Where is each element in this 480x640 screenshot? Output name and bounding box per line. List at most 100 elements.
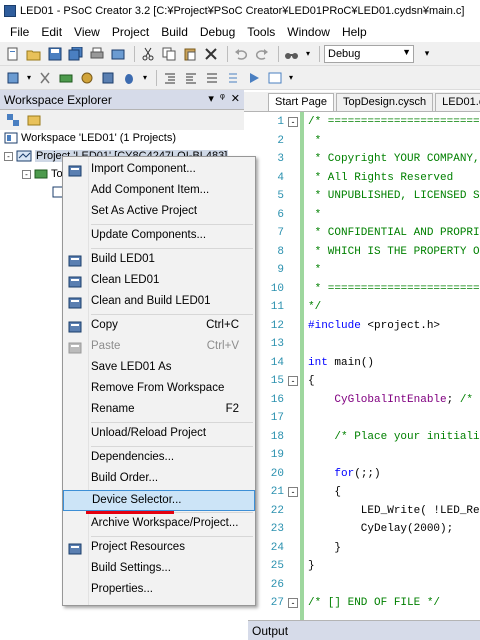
print-icon[interactable] — [88, 45, 106, 63]
find-dropdown-icon[interactable]: ▾ — [304, 45, 312, 63]
window-title: LED01 - PSoC Creator 3.2 [C:¥Project¥PSo… — [20, 5, 465, 17]
wrench-icon[interactable] — [4, 69, 22, 87]
code-line: * CONFIDENTIAL AND PROPRIETARY INFORMATI… — [314, 227, 480, 239]
undo-icon[interactable] — [232, 45, 250, 63]
menu-build[interactable]: Build — [155, 22, 194, 42]
layout-dropdown-icon[interactable]: ▾ — [287, 69, 295, 87]
close-icon[interactable]: ✕ — [231, 92, 240, 105]
psoc-creator-window: LED01 - PSoC Creator 3.2 [C:¥Project¥PSo… — [0, 0, 480, 640]
menu-item-set-as-active-project[interactable]: Set As Active Project — [63, 202, 255, 223]
pin-icon[interactable]: ▾ — [208, 92, 214, 105]
code-line: for(;;) — [334, 467, 381, 480]
menu-project[interactable]: Project — [106, 22, 155, 42]
menu-item-build-order[interactable]: Build Order... — [63, 469, 255, 490]
open-folder-icon[interactable] — [25, 45, 43, 63]
tree-child-node[interactable]: - To — [22, 166, 63, 182]
menu-edit[interactable]: Edit — [35, 22, 68, 42]
debug-dropdown-icon[interactable]: ▾ — [141, 69, 149, 87]
window-icon[interactable] — [266, 69, 284, 87]
menu-separator — [91, 224, 253, 225]
scissors-icon[interactable] — [36, 69, 54, 87]
menu-item-remove-from-workspace[interactable]: Remove From Workspace — [63, 379, 255, 400]
menu-item-save-led01-as[interactable]: Save LED01 As — [63, 358, 255, 379]
outdent-icon[interactable] — [182, 69, 200, 87]
options-dropdown-icon[interactable]: ▾ — [25, 69, 33, 87]
chip-icon[interactable] — [99, 69, 117, 87]
save-icon[interactable] — [46, 45, 64, 63]
bug-icon[interactable] — [120, 69, 138, 87]
menu-item-device-selector[interactable]: Device Selector... — [63, 490, 255, 511]
toolbar-overflow-icon[interactable]: ▾ — [418, 45, 436, 63]
collapse-icon[interactable]: - — [4, 151, 13, 161]
build-toolbar-icon[interactable] — [109, 45, 127, 63]
menu-item-dependencies[interactable]: Dependencies... — [63, 448, 255, 469]
code-line: /* Place your initialization/startup cod… — [334, 430, 480, 443]
output-panel-header[interactable]: Output — [248, 620, 480, 640]
menu-item-unload-reload-project[interactable]: Unload/Reload Project — [63, 424, 255, 445]
code-line: } — [308, 541, 342, 554]
menu-item-build-settings[interactable]: Build Settings... — [63, 559, 255, 580]
new-file-icon[interactable] — [4, 45, 22, 63]
menu-item-clean-and-build-led01[interactable]: Clean and Build LED01 — [63, 292, 255, 313]
menu-item-build-led01[interactable]: Build LED01 — [63, 250, 255, 271]
paste-icon — [67, 340, 83, 356]
menu-file[interactable]: File — [4, 22, 35, 42]
tab-topdesign-cysch[interactable]: TopDesign.cysch — [335, 93, 434, 111]
menu-item-label: Paste — [91, 340, 121, 352]
code-line: /* =====================================… — [308, 116, 480, 128]
menu-item-import-component[interactable]: Import Component... — [63, 160, 255, 181]
menu-item-label: Set As Active Project — [91, 205, 198, 217]
menu-view[interactable]: View — [68, 22, 106, 42]
code-line: * Copyright YOUR COMPANY, THE YEAR — [314, 153, 480, 165]
delete-icon[interactable] — [202, 45, 220, 63]
menu-item-archive-workspace-project[interactable]: Archive Workspace/Project... — [63, 514, 255, 535]
workspace-view-icon[interactable] — [4, 111, 22, 129]
code-line: CyDelay(2000); — [308, 523, 454, 535]
build-config-value: Debug — [328, 47, 361, 60]
debug-icon[interactable] — [78, 69, 96, 87]
fold-toggle-icon[interactable]: - — [288, 376, 298, 386]
fold-toggle-icon[interactable]: - — [288, 117, 298, 127]
child-label: To — [51, 168, 63, 180]
collapse-icon[interactable]: - — [22, 169, 31, 179]
redo-icon[interactable] — [253, 45, 271, 63]
menu-item-clean-led01[interactable]: Clean LED01 — [63, 271, 255, 292]
menu-item-rename[interactable]: Rename F2 — [63, 400, 255, 421]
menu-separator — [91, 248, 253, 249]
cut-icon[interactable] — [139, 45, 157, 63]
paste-toolbar-icon[interactable] — [181, 45, 199, 63]
comment-icon[interactable] — [203, 69, 221, 87]
save-all-icon[interactable] — [67, 45, 85, 63]
menu-window[interactable]: Window — [281, 22, 336, 42]
tree-workspace-node[interactable]: Workspace 'LED01' (1 Projects) — [4, 130, 176, 146]
menu-item-copy[interactable]: Copy Ctrl+C — [63, 316, 255, 337]
menu-debug[interactable]: Debug — [194, 22, 241, 42]
tab-led01-cydwr[interactable]: LED01.cydwr — [435, 93, 480, 111]
main-toolbar: ▾ Debug ▼ ▾ — [0, 42, 480, 66]
bookmark-icon[interactable] — [245, 69, 263, 87]
tab-start-page[interactable]: Start Page — [268, 93, 334, 111]
menu-item-properties[interactable]: Properties... — [63, 580, 255, 601]
menu-item-label: Archive Workspace/Project... — [91, 517, 239, 529]
menu-item-update-components[interactable]: Update Components... — [63, 226, 255, 247]
fold-toggle-icon[interactable]: - — [288, 598, 298, 608]
indent-icon[interactable] — [161, 69, 179, 87]
code-editor[interactable]: 1-2 3 4 5 6 7 8 9 10 11 12 13 14 15-16 17 18 19 20 21-22 23… — [248, 112, 480, 620]
document-tabs: Start PageTopDesign.cyschLED01.cydwr — [244, 92, 480, 112]
workspace-toolbar — [0, 110, 244, 130]
secondary-toolbar: ▾ ▾ ▾ — [0, 66, 480, 90]
menu-tools[interactable]: Tools — [241, 22, 281, 42]
menu-help[interactable]: Help — [336, 22, 373, 42]
menu-item-add-component-item[interactable]: Add Component Item... — [63, 181, 255, 202]
copy-toolbar-icon[interactable] — [160, 45, 178, 63]
program-icon[interactable] — [57, 69, 75, 87]
menu-item-label: Clean LED01 — [91, 274, 160, 286]
build-config-select[interactable]: Debug ▼ — [324, 44, 414, 63]
components-view-icon[interactable] — [25, 111, 43, 129]
menu-item-project-resources[interactable]: Project Resources — [63, 538, 255, 559]
fold-toggle-icon[interactable]: - — [288, 487, 298, 497]
autohide-icon[interactable]: ᵠ — [220, 92, 225, 105]
uncomment-icon[interactable] — [224, 69, 242, 87]
find-icon[interactable] — [283, 45, 301, 63]
menu-item-shortcut: Ctrl+C — [206, 319, 239, 331]
